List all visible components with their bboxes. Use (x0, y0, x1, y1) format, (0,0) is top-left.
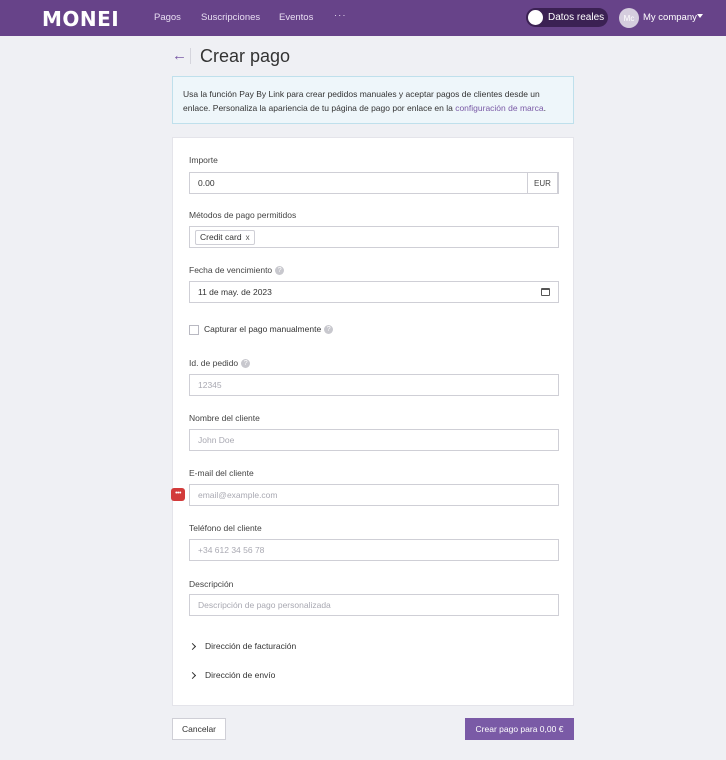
company-menu[interactable]: My company (643, 12, 697, 23)
customer-phone-placeholder: +34 612 34 56 78 (198, 545, 265, 555)
billing-address-toggle[interactable]: Dirección de facturación (188, 641, 297, 651)
methods-label: Métodos de pago permitidos (189, 210, 297, 220)
amount-value: 0.00 (198, 178, 215, 188)
cancel-button[interactable]: Cancelar (172, 718, 226, 740)
calendar-icon[interactable] (541, 288, 550, 296)
billing-address-label: Dirección de facturación (205, 641, 297, 651)
amount-label: Importe (189, 155, 218, 165)
help-icon[interactable]: ? (275, 265, 285, 275)
monei-logo[interactable]: MONEI (42, 7, 119, 31)
currency-addon: EUR (527, 172, 558, 194)
customer-name-label: Nombre del cliente (189, 413, 260, 423)
info-suffix: . (543, 103, 546, 113)
method-tag: Credit card x (195, 229, 255, 245)
password-manager-icon[interactable]: ••• (171, 488, 185, 501)
order-id-label-text: Id. de pedido (189, 358, 239, 368)
nav-suscripciones[interactable]: Suscripciones (201, 12, 260, 23)
chevron-down-icon[interactable] (697, 14, 703, 18)
capture-label: Capturar el pago manualmente ? (204, 324, 334, 334)
avatar[interactable]: Mc (619, 8, 639, 28)
customer-email-placeholder: email@example.com (198, 490, 278, 500)
customer-phone-label: Teléfono del cliente (189, 523, 262, 533)
customer-email-label: E-mail del cliente (189, 468, 254, 478)
remove-tag-icon[interactable]: x (246, 233, 250, 242)
nav-eventos[interactable]: Eventos (279, 12, 313, 23)
amount-input[interactable]: 0.00 EUR (189, 172, 559, 194)
capture-checkbox[interactable] (189, 325, 199, 335)
live-mode-toggle[interactable]: Datos reales (526, 8, 608, 27)
toggle-label: Datos reales (548, 12, 605, 23)
order-id-label: Id. de pedido ? (189, 358, 251, 368)
shipping-address-label: Dirección de envío (205, 670, 276, 680)
description-label: Descripción (189, 579, 234, 589)
chevron-right-icon (188, 671, 197, 679)
chevron-right-icon (188, 642, 197, 650)
customer-name-placeholder: John Doe (198, 435, 235, 445)
back-arrow-icon[interactable]: ← (172, 47, 187, 64)
customer-phone-input[interactable]: +34 612 34 56 78 (189, 539, 559, 561)
due-date-label-text: Fecha de vencimiento (189, 265, 273, 275)
create-payment-button[interactable]: Crear pago para 0,00 € (465, 718, 574, 740)
payment-form: Importe 0.00 EUR Métodos de pago permiti… (172, 137, 574, 706)
top-navbar: MONEI Pagos Suscripciones Eventos ··· Da… (0, 0, 726, 36)
brand-settings-link[interactable]: configuración de marca (455, 103, 543, 113)
nav-pagos[interactable]: Pagos (154, 12, 181, 23)
help-icon[interactable]: ? (324, 324, 334, 334)
due-date-input[interactable]: 11 de may. de 2023 (189, 281, 559, 303)
description-input[interactable]: Descripción de pago personalizada (189, 594, 559, 616)
due-date-label: Fecha de vencimiento ? (189, 265, 285, 275)
info-banner: Usa la función Pay By Link para crear pe… (172, 76, 574, 124)
help-icon[interactable]: ? (241, 358, 251, 368)
capture-label-text: Capturar el pago manualmente (204, 324, 322, 334)
payment-methods-select[interactable]: Credit card x (189, 226, 559, 248)
toggle-knob (528, 10, 543, 25)
customer-email-input[interactable]: email@example.com (189, 484, 559, 506)
page-title: Crear pago (200, 46, 291, 66)
customer-name-input[interactable]: John Doe (189, 429, 559, 451)
due-date-value: 11 de may. de 2023 (198, 287, 272, 297)
method-tag-label: Credit card (200, 232, 242, 242)
shipping-address-toggle[interactable]: Dirección de envío (188, 670, 276, 680)
description-placeholder: Descripción de pago personalizada (198, 600, 331, 610)
nav-more[interactable]: ··· (334, 10, 347, 21)
order-id-input[interactable]: 12345 (189, 374, 559, 396)
order-id-placeholder: 12345 (198, 380, 222, 390)
title-divider (190, 48, 191, 64)
